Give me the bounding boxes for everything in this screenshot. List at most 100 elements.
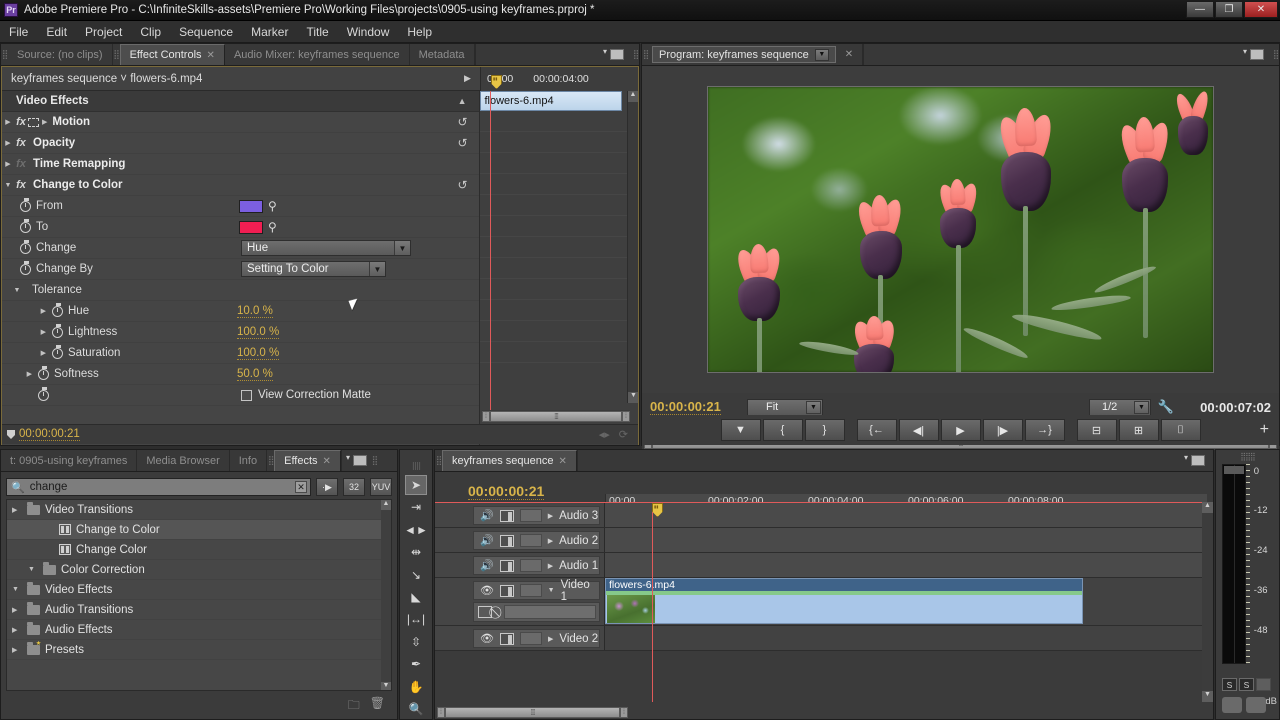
hscroll-left-end[interactable]: ⁞ bbox=[437, 707, 445, 718]
effect-timeline-vscrollbar[interactable]: ▲ ▼ bbox=[627, 91, 638, 403]
slide-tool[interactable]: ⇳ bbox=[405, 632, 427, 651]
disclosure-triangle-icon[interactable]: ▶ bbox=[12, 506, 22, 514]
tab-program-monitor[interactable]: Program: keyframes sequence ▼ bbox=[652, 46, 836, 63]
timeline-clip[interactable]: flowers-6.mp4 bbox=[605, 578, 1083, 624]
panel-grip-icon[interactable]: ⣿ bbox=[370, 450, 378, 471]
eyedropper-icon[interactable]: ⚲ bbox=[268, 199, 277, 213]
pen-tool[interactable]: ✒ bbox=[405, 655, 427, 674]
menu-marker[interactable]: Marker bbox=[242, 22, 297, 42]
param-value[interactable]: 100.0 % bbox=[237, 347, 280, 360]
panel-grip-icon[interactable]: ⣿⣿ bbox=[412, 462, 421, 470]
param-row-change[interactable]: Change Hue ▼ bbox=[2, 238, 479, 259]
clip-indicator-right[interactable] bbox=[1233, 466, 1244, 474]
panel-menu-icon[interactable] bbox=[603, 47, 624, 60]
panel-grip-icon[interactable]: ⣿ bbox=[112, 44, 120, 65]
solo-button-right[interactable]: S bbox=[1239, 678, 1254, 691]
keyframe-marker-icon[interactable] bbox=[7, 430, 15, 439]
close-button[interactable]: ✕ bbox=[1244, 1, 1278, 18]
tab-source[interactable]: Source: (no clips) bbox=[8, 44, 113, 65]
tab-info[interactable]: Info bbox=[229, 450, 268, 471]
param-row-saturation[interactable]: ▶ Saturation 100.0 % bbox=[2, 343, 479, 364]
loop-icon[interactable]: ⟳ bbox=[619, 428, 628, 441]
change-by-dropdown[interactable]: Setting To Color ▼ bbox=[241, 261, 386, 277]
effect-row-change-to-color[interactable]: ▼ fx Change to Color ↺ bbox=[2, 175, 479, 196]
go-to-out-point-button[interactable]: →} bbox=[1024, 419, 1065, 441]
stopwatch-icon[interactable] bbox=[14, 240, 36, 254]
tab-close-area[interactable]: ✕ bbox=[835, 44, 864, 65]
disclosure-triangle-icon[interactable]: ▶ bbox=[548, 635, 553, 643]
hand-tool[interactable]: ✋ bbox=[405, 677, 427, 696]
close-icon[interactable]: ✕ bbox=[845, 49, 853, 60]
toggle-track-output-icon[interactable] bbox=[499, 584, 514, 597]
param-row-from[interactable]: From ⚲ bbox=[2, 196, 479, 217]
panel-menu-icon[interactable] bbox=[1243, 47, 1264, 60]
panel-menu-icon[interactable] bbox=[1184, 453, 1205, 466]
timeline-playhead-timecode[interactable]: 00:00:00:21 bbox=[468, 483, 545, 500]
hscroll-left-end[interactable]: ⁞ bbox=[482, 410, 490, 422]
track-content[interactable] bbox=[605, 503, 1213, 527]
panel-grip-icon[interactable]: ⣿⣿⣿ bbox=[1216, 450, 1279, 462]
chevron-down-icon[interactable]: ▼ bbox=[369, 262, 385, 276]
track-lock-slot[interactable] bbox=[519, 632, 542, 645]
disclosure-triangle-icon[interactable]: ▶ bbox=[2, 370, 32, 378]
show-keyframes-icon[interactable] bbox=[478, 606, 492, 618]
change-dropdown[interactable]: Hue ▼ bbox=[241, 240, 411, 256]
close-icon[interactable]: ✕ bbox=[207, 50, 215, 61]
scroll-up-icon[interactable]: ▲ bbox=[1202, 502, 1213, 513]
extract-button[interactable]: ⊞ bbox=[1118, 419, 1159, 441]
minimize-button[interactable]: — bbox=[1186, 1, 1214, 18]
chevron-right-icon[interactable]: ▶ bbox=[464, 73, 471, 84]
disclosure-triangle-icon[interactable]: ▼ bbox=[548, 587, 555, 594]
zoom-tool[interactable]: 🔍 bbox=[405, 700, 427, 719]
effects-tree-item[interactable]: ▶ Video Transitions bbox=[7, 500, 391, 520]
keyframe-navigator[interactable] bbox=[504, 605, 596, 619]
track-header-audio-2[interactable]: 🔊 ▶ Audio 2 bbox=[435, 528, 605, 552]
menu-help[interactable]: Help bbox=[398, 22, 441, 42]
eyedropper-icon[interactable]: ⚲ bbox=[268, 220, 277, 234]
rate-stretch-tool[interactable]: ↘ bbox=[405, 565, 427, 584]
eye-icon[interactable]: 👁 bbox=[480, 632, 494, 645]
effect-row-time-remapping[interactable]: ▶ fx Time Remapping bbox=[2, 154, 479, 175]
disclosure-triangle-icon[interactable]: ▶ bbox=[12, 646, 22, 654]
button-editor-icon[interactable]: + bbox=[1260, 421, 1269, 439]
disclosure-triangle-icon[interactable]: ▶ bbox=[2, 328, 46, 336]
panel-grip-icon[interactable]: ⣿ bbox=[1272, 44, 1279, 65]
hscroll-thumb[interactable]: ⁞⁞⁞ bbox=[490, 410, 622, 422]
track-content[interactable] bbox=[605, 528, 1213, 552]
effect-timeline-hscrollbar[interactable]: ⁞ ⁞⁞⁞ ⁞ bbox=[482, 410, 630, 422]
chevron-down-icon[interactable]: ▼ bbox=[806, 400, 821, 414]
clip-indicator-left[interactable] bbox=[1224, 466, 1234, 474]
timeline-hscrollbar[interactable]: ⁞ ⁞⁞⁞ ⁞ bbox=[435, 706, 1213, 719]
tab-media-browser[interactable]: Media Browser bbox=[137, 450, 230, 471]
track-header-audio-1[interactable]: 🔊 ▶ Audio 1 bbox=[435, 553, 605, 577]
meter-button-2[interactable] bbox=[1246, 697, 1266, 713]
new-custom-bin-icon[interactable]: 🗀 bbox=[348, 696, 360, 717]
panel-menu-icon[interactable] bbox=[346, 453, 367, 466]
param-row-softness[interactable]: ▶ Softness 50.0 % bbox=[2, 364, 479, 385]
track-content[interactable]: flowers-6.mp4 bbox=[605, 578, 1213, 625]
disclosure-triangle-icon[interactable]: ▶ bbox=[12, 606, 22, 614]
disclosure-triangle-icon[interactable]: ▶ bbox=[548, 562, 553, 570]
stopwatch-icon[interactable] bbox=[14, 219, 36, 233]
menu-sequence[interactable]: Sequence bbox=[170, 22, 242, 42]
yuv-effects-filter-icon[interactable]: YUV bbox=[370, 478, 392, 496]
previous-keyframe-icon[interactable]: ◂▸ bbox=[599, 428, 610, 441]
stopwatch-icon[interactable] bbox=[32, 387, 54, 401]
track-lock-slot[interactable] bbox=[519, 559, 542, 572]
mark-in-out-marker-button[interactable]: ▼ bbox=[720, 419, 761, 441]
param-value[interactable]: 50.0 % bbox=[237, 368, 273, 381]
search-input[interactable]: 🔍 change ✕ bbox=[6, 478, 311, 496]
32bit-effects-filter-icon[interactable]: 32 bbox=[343, 478, 365, 496]
eye-icon[interactable]: 👁 bbox=[480, 584, 494, 597]
mark-in-button[interactable]: { bbox=[762, 419, 803, 441]
reset-icon[interactable]: ↺ bbox=[457, 136, 467, 150]
effect-controls-playhead[interactable] bbox=[491, 75, 502, 89]
tab-project[interactable]: t: 0905-using keyframes bbox=[1, 450, 138, 471]
track-select-tool[interactable]: ⇥ bbox=[405, 498, 427, 517]
track-lock-slot[interactable] bbox=[519, 509, 542, 522]
clear-search-icon[interactable]: ✕ bbox=[295, 481, 307, 493]
toggle-track-output-icon[interactable] bbox=[499, 534, 514, 547]
track-header-audio-3[interactable]: 🔊 ▶ Audio 3 bbox=[435, 503, 605, 527]
zoom-level-dropdown[interactable]: Fit ▼ bbox=[747, 398, 823, 416]
hscroll-right-end[interactable]: ⁞ bbox=[620, 707, 628, 718]
